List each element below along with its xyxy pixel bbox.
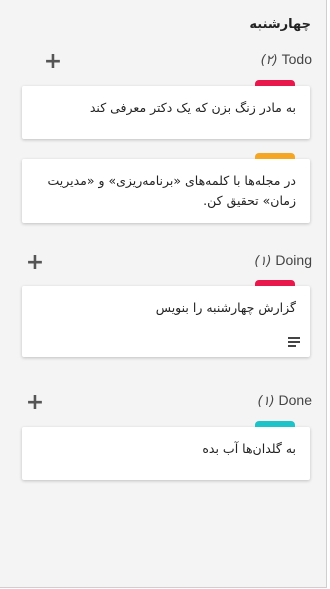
plus-icon: + — [25, 390, 45, 415]
card-title: به مادر زنگ بزن که یک دکتر معرفی کند — [89, 100, 296, 115]
card-title: گزارش چهارشنبه را بنویس — [155, 300, 296, 315]
description-icon — [288, 337, 300, 347]
plus-icon: + — [43, 49, 63, 74]
day-title: چهارشنبه — [249, 17, 311, 32]
color-tag — [255, 280, 295, 286]
group-count: (۱) — [254, 254, 272, 269]
group-header-todo: + (۲) Todo — [42, 51, 312, 75]
add-card-todo-button[interactable]: + — [42, 51, 64, 73]
group-label-done: (۱) Done — [258, 392, 313, 409]
group-header-doing: + (۱) Doing — [24, 252, 312, 276]
task-card[interactable]: در مجله‌ها با کلمه‌های «برنامه‌ریزی» و «… — [22, 153, 310, 223]
group-name: Todo — [281, 51, 312, 67]
group-name: Doing — [275, 252, 312, 268]
day-column: چهارشنبه + (۲) Todo به مادر زنگ بزن که ی… — [0, 0, 327, 588]
group-count: (۱) — [257, 394, 275, 409]
group-header-done: + (۱) Done — [24, 392, 312, 416]
group-count: (۲) — [260, 53, 278, 68]
color-tag — [255, 153, 295, 159]
task-card[interactable]: به گلدان‌ها آب بده — [22, 421, 310, 480]
group-label-doing: (۱) Doing — [254, 252, 312, 269]
color-tag — [255, 80, 295, 86]
task-card[interactable]: گزارش چهارشنبه را بنویس — [22, 280, 310, 357]
group-name: Done — [278, 392, 312, 408]
card-title: در مجله‌ها با کلمه‌های «برنامه‌ریزی» و «… — [47, 173, 296, 208]
add-card-doing-button[interactable]: + — [24, 252, 46, 274]
card-title: به گلدان‌ها آب بده — [202, 441, 296, 456]
plus-icon: + — [25, 250, 45, 275]
color-tag — [255, 421, 295, 427]
add-card-done-button[interactable]: + — [24, 392, 46, 414]
group-label-todo: (۲) Todo — [261, 51, 312, 68]
task-card[interactable]: به مادر زنگ بزن که یک دکتر معرفی کند — [22, 80, 310, 139]
